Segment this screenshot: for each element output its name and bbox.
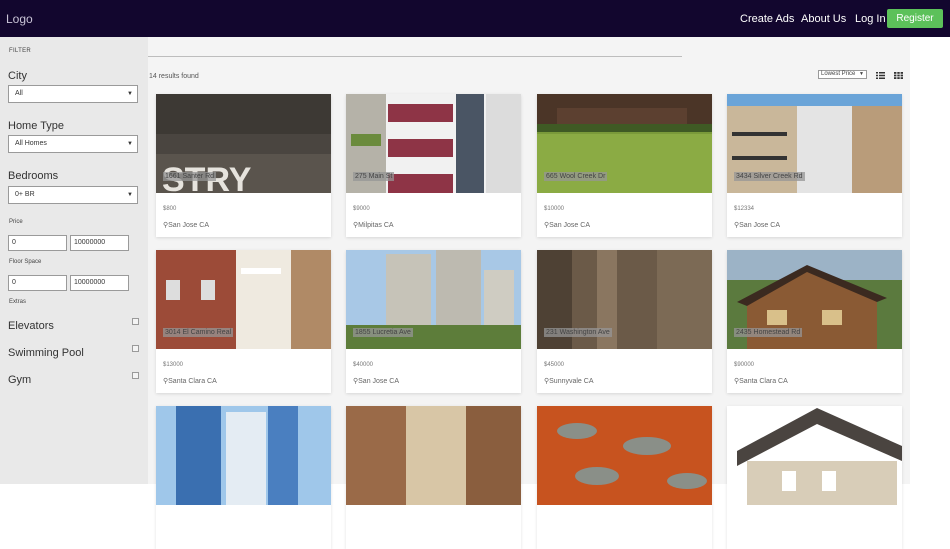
listing-price: $9000 <box>353 206 370 212</box>
register-button[interactable]: Register <box>887 9 943 28</box>
log-in-link[interactable]: Log In <box>855 13 886 25</box>
listing-card[interactable] <box>537 406 712 549</box>
listing-price: $45000 <box>544 362 565 368</box>
listing-location-text: San Jose CA <box>739 222 780 229</box>
listing-price: $40000 <box>353 362 374 368</box>
results-count: 14 results found <box>149 73 199 80</box>
listing-card[interactable] <box>346 406 521 549</box>
listing-address: 665 Wool Creek Dr <box>544 172 608 181</box>
listing-card[interactable] <box>156 406 331 549</box>
listing-card[interactable]: 231 Washington Ave $45000 ⚲Sunnyvale CA <box>537 250 712 393</box>
listing-location: ⚲San Jose CA <box>353 377 399 385</box>
listing-card[interactable]: 3014 El Camino Real $13000 ⚲Santa Clara … <box>156 250 331 393</box>
listing-address: 3014 El Camino Real <box>163 328 234 337</box>
listing-location: ⚲Santa Clara CA <box>163 377 217 385</box>
listing-address: 1661 Santer Rd <box>163 172 217 181</box>
listing-address: 275 Main St <box>353 172 395 181</box>
swimming-pool-label: Swimming Pool <box>8 347 84 359</box>
listing-card[interactable]: 1855 Lucretia Ave $40000 ⚲San Jose CA <box>346 250 521 393</box>
extras-label: Extras <box>9 299 27 305</box>
listing-price: $13000 <box>163 362 184 368</box>
city-label: City <box>8 70 27 82</box>
gym-checkbox[interactable] <box>132 372 139 379</box>
floor-space-max-input[interactable]: 10000000 <box>70 275 129 291</box>
sort-select-value: Lowest Price <box>821 71 856 77</box>
listing-photo <box>727 406 902 505</box>
city-select[interactable]: All ▼ <box>8 85 138 103</box>
chevron-down-icon: ▼ <box>127 91 133 97</box>
listing-price: $90000 <box>734 362 755 368</box>
listing-photo <box>156 406 331 505</box>
listing-location-text: San Jose CA <box>549 222 590 229</box>
home-type-select[interactable]: All Homes ▼ <box>8 135 138 153</box>
listing-photo <box>537 406 712 505</box>
listing-location: ⚲Santa Clara CA <box>734 377 788 385</box>
listing-location: ⚲San Jose CA <box>163 221 209 229</box>
right-margin <box>910 37 950 484</box>
create-ads-link[interactable]: Create Ads <box>740 13 794 25</box>
listing-location: ⚲San Jose CA <box>544 221 590 229</box>
home-type-select-value: All Homes <box>15 140 47 147</box>
chevron-down-icon: ▼ <box>127 141 133 147</box>
listing-location-text: Santa Clara CA <box>168 378 217 385</box>
elevators-checkbox[interactable] <box>132 318 139 325</box>
listings-main: 14 results found Lowest Price ▼ STRY 166… <box>148 37 910 549</box>
city-select-value: All <box>15 90 23 97</box>
filter-heading: FILTER <box>9 48 32 54</box>
home-type-label: Home Type <box>8 120 65 132</box>
listing-card[interactable]: STRY 1661 Santer Rd $800 ⚲San Jose CA <box>156 94 331 237</box>
price-max-input[interactable]: 10000000 <box>70 235 129 251</box>
listing-location-text: Sunnyvale CA <box>549 378 594 385</box>
listing-address: 1855 Lucretia Ave <box>353 328 413 337</box>
list-view-icon[interactable] <box>876 72 885 79</box>
about-us-link[interactable]: About Us <box>801 13 846 25</box>
filter-sidebar: FILTER City All ▼ Home Type All Homes ▼ … <box>0 37 148 484</box>
listing-address: 3434 Silver Creek Rd <box>734 172 805 181</box>
divider <box>148 56 682 57</box>
price-min-input[interactable]: 0 <box>8 235 67 251</box>
floor-space-min-input[interactable]: 0 <box>8 275 67 291</box>
listing-location: ⚲Milpitas CA <box>353 221 394 229</box>
listing-address: 2435 Homestead Rd <box>734 328 803 337</box>
listing-location-text: Santa Clara CA <box>739 378 788 385</box>
listing-location: ⚲San Jose CA <box>734 221 780 229</box>
listing-card[interactable]: 665 Wool Creek Dr $10000 ⚲San Jose CA <box>537 94 712 237</box>
elevators-label: Elevators <box>8 320 54 332</box>
top-navbar: Logo Create Ads About Us Log In Register <box>0 0 950 37</box>
gym-label: Gym <box>8 374 32 386</box>
listing-location-text: San Jose CA <box>358 378 399 385</box>
listing-location: ⚲Sunnyvale CA <box>544 377 594 385</box>
listing-price: $10000 <box>544 206 565 212</box>
bedrooms-select-value: 0+ BR <box>15 191 35 198</box>
listing-card[interactable] <box>727 406 902 549</box>
bedrooms-select[interactable]: 0+ BR ▼ <box>8 186 138 204</box>
swimming-pool-checkbox[interactable] <box>132 345 139 352</box>
listing-photo <box>346 406 521 505</box>
listing-location-text: Milpitas CA <box>358 222 394 229</box>
chevron-down-icon: ▼ <box>127 192 133 198</box>
listing-location-text: San Jose CA <box>168 222 209 229</box>
listing-card[interactable]: 275 Main St $9000 ⚲Milpitas CA <box>346 94 521 237</box>
bedrooms-label: Bedrooms <box>8 170 59 182</box>
grid-view-icon[interactable] <box>894 72 903 79</box>
listing-card[interactable]: 2435 Homestead Rd $90000 ⚲Santa Clara CA <box>727 250 902 393</box>
sort-select[interactable]: Lowest Price ▼ <box>818 70 867 79</box>
logo[interactable]: Logo <box>6 12 33 26</box>
price-label: Price <box>9 219 23 225</box>
listing-price: $12334 <box>734 206 755 212</box>
listing-card[interactable]: 3434 Silver Creek Rd $12334 ⚲San Jose CA <box>727 94 902 237</box>
floor-space-label: Floor Space <box>9 259 42 265</box>
listing-price: $800 <box>163 206 177 212</box>
chevron-down-icon: ▼ <box>859 71 864 77</box>
listing-address: 231 Washington Ave <box>544 328 612 337</box>
